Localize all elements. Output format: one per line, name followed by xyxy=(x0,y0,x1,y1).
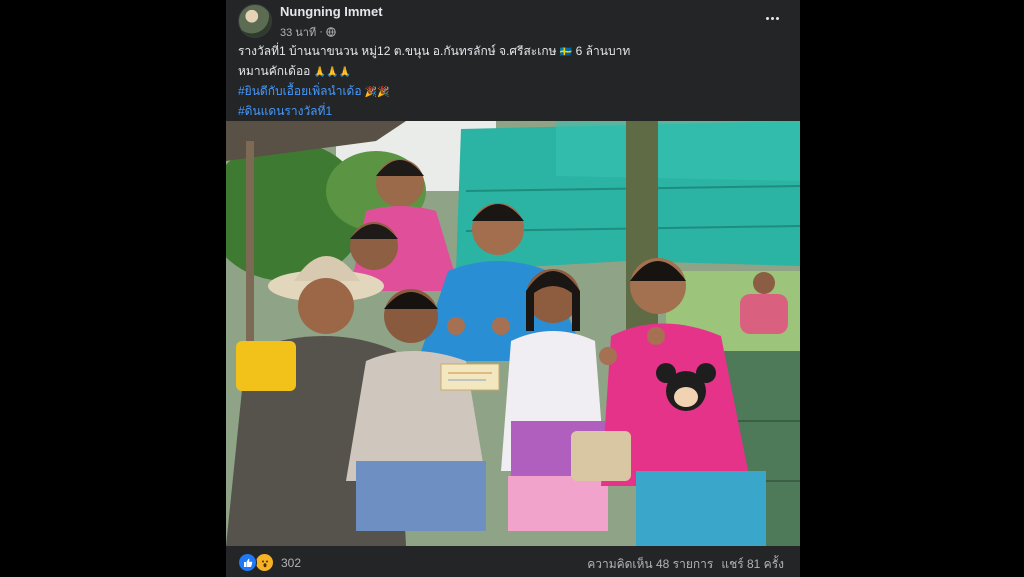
like-reaction-icon xyxy=(238,553,257,572)
post-text: รางวัลที่1 บ้านนาขนวน หมู่12 ต.ขนุน อ.กั… xyxy=(238,42,790,120)
shares-count-link[interactable]: แชร์ 81 ครั้ง xyxy=(721,555,784,574)
party-emoji: 🎉🎉 xyxy=(364,87,390,98)
hashtag-link[interactable]: #ดินแดนรางวัลที่1 xyxy=(238,104,332,118)
facebook-post: Nungning Immet 33 นาที · รางวัลที่1 บ้าน… xyxy=(226,0,800,577)
engagement-stats: ความคิดเห็น 48 รายการ แชร์ 81 ครั้ง xyxy=(587,555,784,574)
author-name[interactable]: Nungning Immet xyxy=(280,4,383,19)
flag-emoji: 🇸🇪 xyxy=(559,47,573,58)
post-line-1: รางวัลที่1 บ้านนาขนวน หมู่12 ต.ขนุน อ.กั… xyxy=(238,44,631,58)
post-header: Nungning Immet 33 นาที · xyxy=(238,2,788,40)
hashtag-line-2: #ดินแดนรางวัลที่1 xyxy=(238,102,790,120)
post-footer: 302 ความคิดเห็น 48 รายการ แชร์ 81 ครั้ง xyxy=(226,546,800,577)
reaction-count: 302 xyxy=(281,555,302,570)
post-timestamp[interactable]: 33 นาที xyxy=(280,23,316,41)
comments-count-link[interactable]: ความคิดเห็น 48 รายการ xyxy=(587,555,713,574)
reactions-summary[interactable]: 302 xyxy=(238,553,301,572)
globe-icon[interactable] xyxy=(326,27,336,37)
hashtag-link[interactable]: #ยินดีกับเอื้อยเพิ่ลนำเด้อ xyxy=(238,84,362,98)
post-photo[interactable] xyxy=(226,121,800,546)
author-avatar[interactable] xyxy=(238,4,272,38)
wow-reaction-icon xyxy=(255,553,274,572)
hashtag-line-1: #ยินดีกับเอื้อยเพิ่ลนำเด้อ 🎉🎉 xyxy=(238,82,790,102)
more-options-icon[interactable] xyxy=(760,8,784,28)
post-line-2: หมานคักเด้ออ 🙏🙏🙏 xyxy=(238,64,352,78)
post-meta: 33 นาที · xyxy=(280,23,336,41)
photo-illustration xyxy=(226,121,800,546)
pray-emoji: 🙏🙏🙏 xyxy=(313,67,352,78)
